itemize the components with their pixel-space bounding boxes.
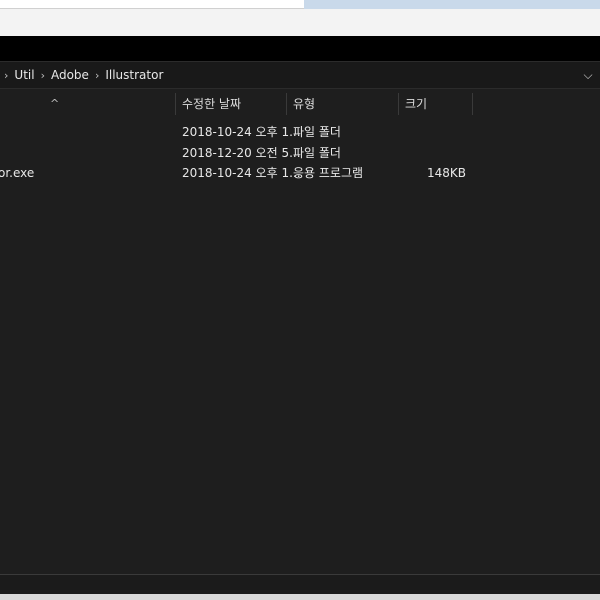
window-bottom-edge	[0, 594, 600, 600]
column-divider[interactable]	[286, 93, 287, 115]
column-divider[interactable]	[472, 93, 473, 115]
window-edge-left	[0, 0, 304, 9]
chevron-right-icon[interactable]: ›	[41, 69, 45, 82]
file-type: 응용 프로그램	[293, 166, 364, 180]
file-date: 2018-10-24 오후 1...	[182, 125, 301, 139]
file-type: 파일 폴더	[293, 146, 341, 160]
file-date: 2018-10-24 오후 1...	[182, 166, 301, 180]
file-row[interactable]: 2018-12-20 오전 5... 파일 폴더	[0, 143, 600, 163]
column-header-date[interactable]: 수정한 날짜	[182, 93, 241, 115]
file-row[interactable]: 2018-10-24 오후 1... 파일 폴더	[0, 122, 600, 142]
chevron-right-icon: ›	[4, 68, 9, 82]
file-size	[400, 122, 466, 142]
breadcrumb: › Util › Adobe › Illustrator	[0, 62, 163, 88]
column-header-size[interactable]: 크기	[405, 93, 427, 115]
file-row[interactable]: or.exe 2018-10-24 오후 1... 응용 프로그램 148KB	[0, 163, 600, 183]
breadcrumb-item-adobe[interactable]: Adobe	[51, 68, 89, 82]
status-bar	[0, 574, 600, 594]
file-size: 148KB	[426, 166, 466, 180]
column-divider[interactable]	[398, 93, 399, 115]
file-type: 파일 폴더	[293, 125, 341, 139]
file-date: 2018-12-20 오전 5...	[182, 146, 301, 160]
chevron-down-icon[interactable]: ⌵	[580, 66, 596, 84]
column-divider[interactable]	[175, 93, 176, 115]
column-header-type[interactable]: 유형	[293, 93, 315, 115]
window-top-region	[0, 0, 600, 36]
breadcrumb-item-util[interactable]: Util	[14, 68, 34, 82]
window-edge-right	[304, 0, 600, 9]
file-name: or.exe	[0, 166, 35, 180]
sort-ascending-icon: ^	[50, 97, 60, 110]
address-bar[interactable]: › Util › Adobe › Illustrator ⌵	[0, 61, 600, 89]
breadcrumb-item-illustrator[interactable]: Illustrator	[105, 68, 163, 82]
column-header-name[interactable]: ^	[0, 93, 174, 115]
ribbon-area	[0, 36, 600, 61]
file-list: ^ 수정한 날짜 유형 크기 2018-10-24 오후 1... 파일 폴더 …	[0, 89, 600, 574]
file-size	[400, 143, 466, 163]
chevron-right-icon[interactable]: ›	[95, 69, 99, 82]
